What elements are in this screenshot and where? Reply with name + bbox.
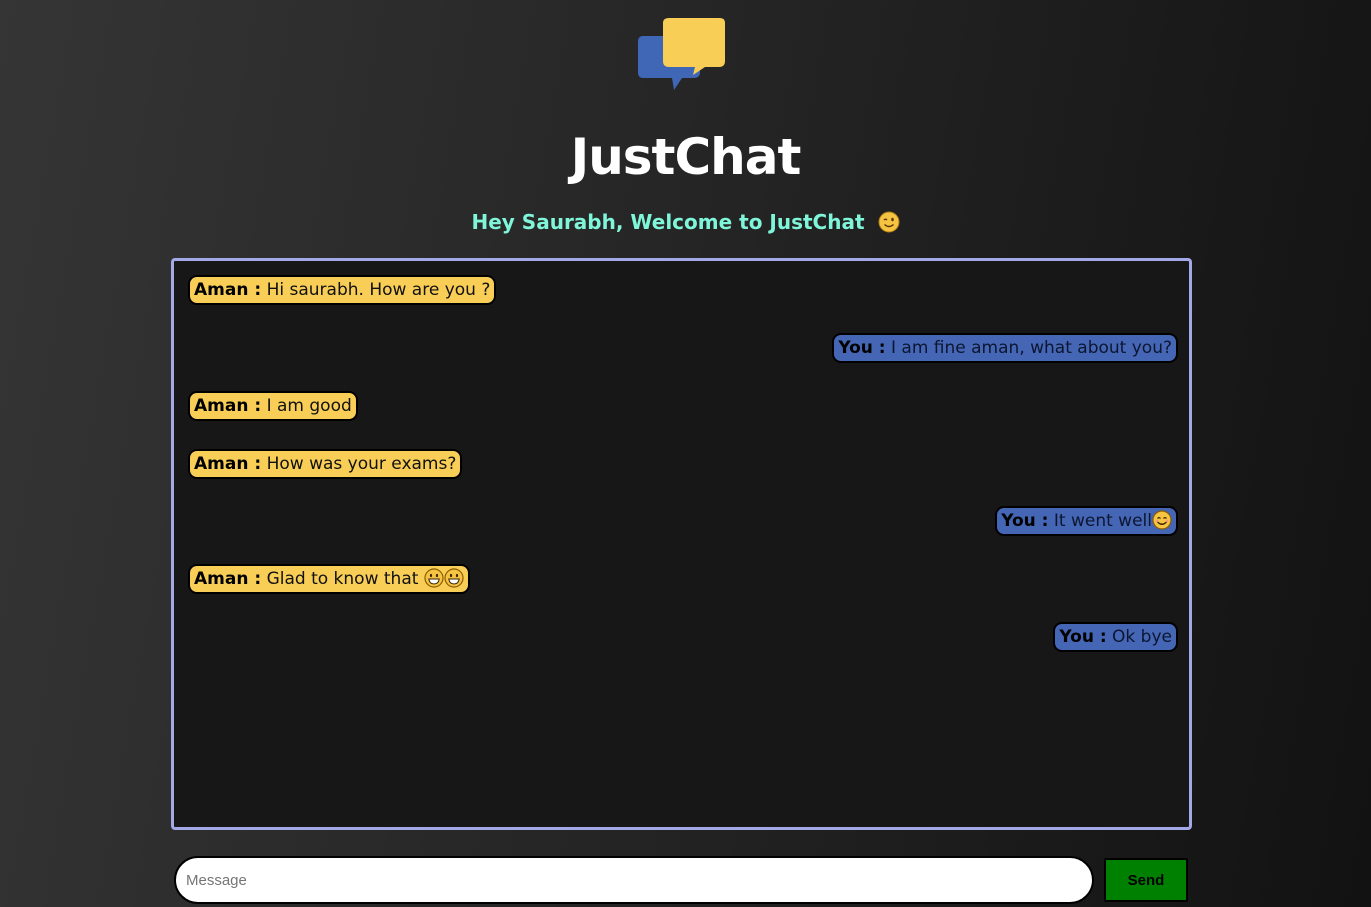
grinning-face-icon: [444, 567, 464, 588]
wink-emoji-icon: [878, 211, 899, 232]
message-text: Hi saurabh. How are you ?: [266, 280, 491, 300]
message-text: I am good: [266, 396, 352, 416]
incoming-message: Aman : I am good: [188, 391, 358, 421]
message-composer: Send: [174, 856, 1190, 906]
message-text: It went well: [1053, 511, 1152, 531]
message-sender: Aman :: [194, 569, 262, 589]
outgoing-message: You : It went well: [995, 506, 1178, 536]
welcome-message: Hey Saurabh, Welcome to JustChat: [0, 208, 1371, 236]
message-list: Aman : Hi saurabh. How are you ? You : I …: [174, 261, 1189, 827]
message-sender: You :: [1001, 511, 1049, 531]
outgoing-message: You : I am fine aman, what about you?: [832, 333, 1178, 363]
smiling-face-icon: [1152, 509, 1172, 530]
send-button[interactable]: Send: [1104, 858, 1188, 902]
welcome-text: Hey Saurabh, Welcome to JustChat: [471, 210, 865, 234]
incoming-message: Aman : Hi saurabh. How are you ?: [188, 275, 497, 305]
incoming-message: Aman : Glad to know that: [188, 564, 470, 594]
message-sender: Aman :: [194, 454, 262, 474]
message-input[interactable]: [174, 856, 1094, 904]
message-text: Glad to know that: [266, 569, 424, 589]
message-text: Ok bye: [1112, 627, 1172, 647]
grinning-face-icon: [424, 567, 444, 588]
message-sender: You :: [838, 338, 886, 358]
message-sender: Aman :: [194, 280, 262, 300]
message-sender: Aman :: [194, 396, 262, 416]
chat-bubbles-logo-icon: [638, 18, 725, 90]
chat-container[interactable]: Aman : Hi saurabh. How are you ? You : I …: [171, 258, 1192, 830]
message-sender: You :: [1059, 627, 1107, 647]
message-text: How was your exams?: [266, 454, 457, 474]
outgoing-message: You : Ok bye: [1053, 622, 1178, 652]
app-title: JustChat: [570, 128, 802, 186]
incoming-message: Aman : How was your exams?: [188, 449, 463, 479]
message-text: I am fine aman, what about you?: [891, 338, 1172, 358]
